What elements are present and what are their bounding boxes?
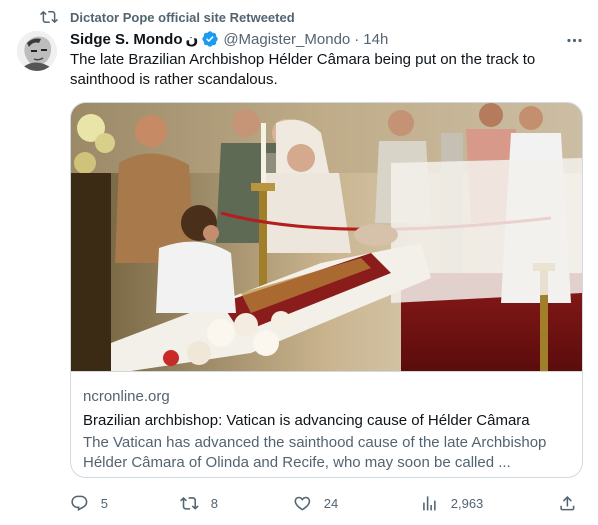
retweet-label: Dictator Pope official site Retweeted [70, 9, 295, 25]
tweet-actions: 5 8 24 2,963 [70, 492, 582, 514]
verified-badge-icon[interactable] [201, 30, 219, 48]
tweet-text: The late Brazilian Archbishop Hélder Câm… [70, 51, 536, 88]
author-name-glyph: ن [185, 31, 199, 48]
tweet-header: Sidge S. Mondo ن @Magister_Mondo · 14h [70, 29, 388, 49]
card-image[interactable] [71, 103, 582, 371]
reply-icon [71, 495, 88, 511]
retweet-context[interactable]: Dictator Pope official site Retweeted [40, 8, 295, 26]
like-button[interactable]: 24 [293, 494, 338, 513]
card-title[interactable]: Brazilian archbishop: Vatican is advanci… [83, 411, 570, 431]
like-count: 24 [323, 495, 339, 511]
card-description: The Vatican has advanced the sainthood c… [83, 434, 547, 471]
separator-dot: · [354, 30, 360, 48]
link-preview-photo [71, 103, 582, 371]
author-handle[interactable]: @Magister_Mondo [223, 31, 350, 48]
link-preview-card[interactable]: ncronline.org Brazilian archbishop: Vati… [70, 102, 583, 478]
avatar-portrait [17, 31, 57, 71]
more-horizontal-icon [566, 38, 582, 42]
card-body[interactable]: ncronline.org Brazilian archbishop: Vati… [71, 371, 582, 473]
share-icon [560, 495, 575, 511]
retweet-icon [40, 10, 58, 24]
view-count: 2,963 [450, 495, 484, 511]
author-display-name[interactable]: Sidge S. Mondo [70, 31, 183, 48]
card-domain[interactable]: ncronline.org [83, 387, 570, 407]
reply-count: 5 [100, 495, 108, 511]
like-icon [294, 496, 311, 511]
retweet-count: 8 [210, 495, 218, 511]
views-button[interactable]: 2,963 [420, 494, 483, 513]
retweet-button[interactable]: 8 [180, 494, 218, 513]
share-button[interactable] [558, 494, 589, 513]
avatar[interactable] [17, 31, 57, 71]
views-icon [423, 495, 436, 511]
retweet-icon [180, 496, 199, 510]
reply-button[interactable]: 5 [70, 494, 108, 513]
tweet-timestamp[interactable]: 14h [363, 31, 388, 48]
more-button[interactable] [562, 30, 586, 50]
